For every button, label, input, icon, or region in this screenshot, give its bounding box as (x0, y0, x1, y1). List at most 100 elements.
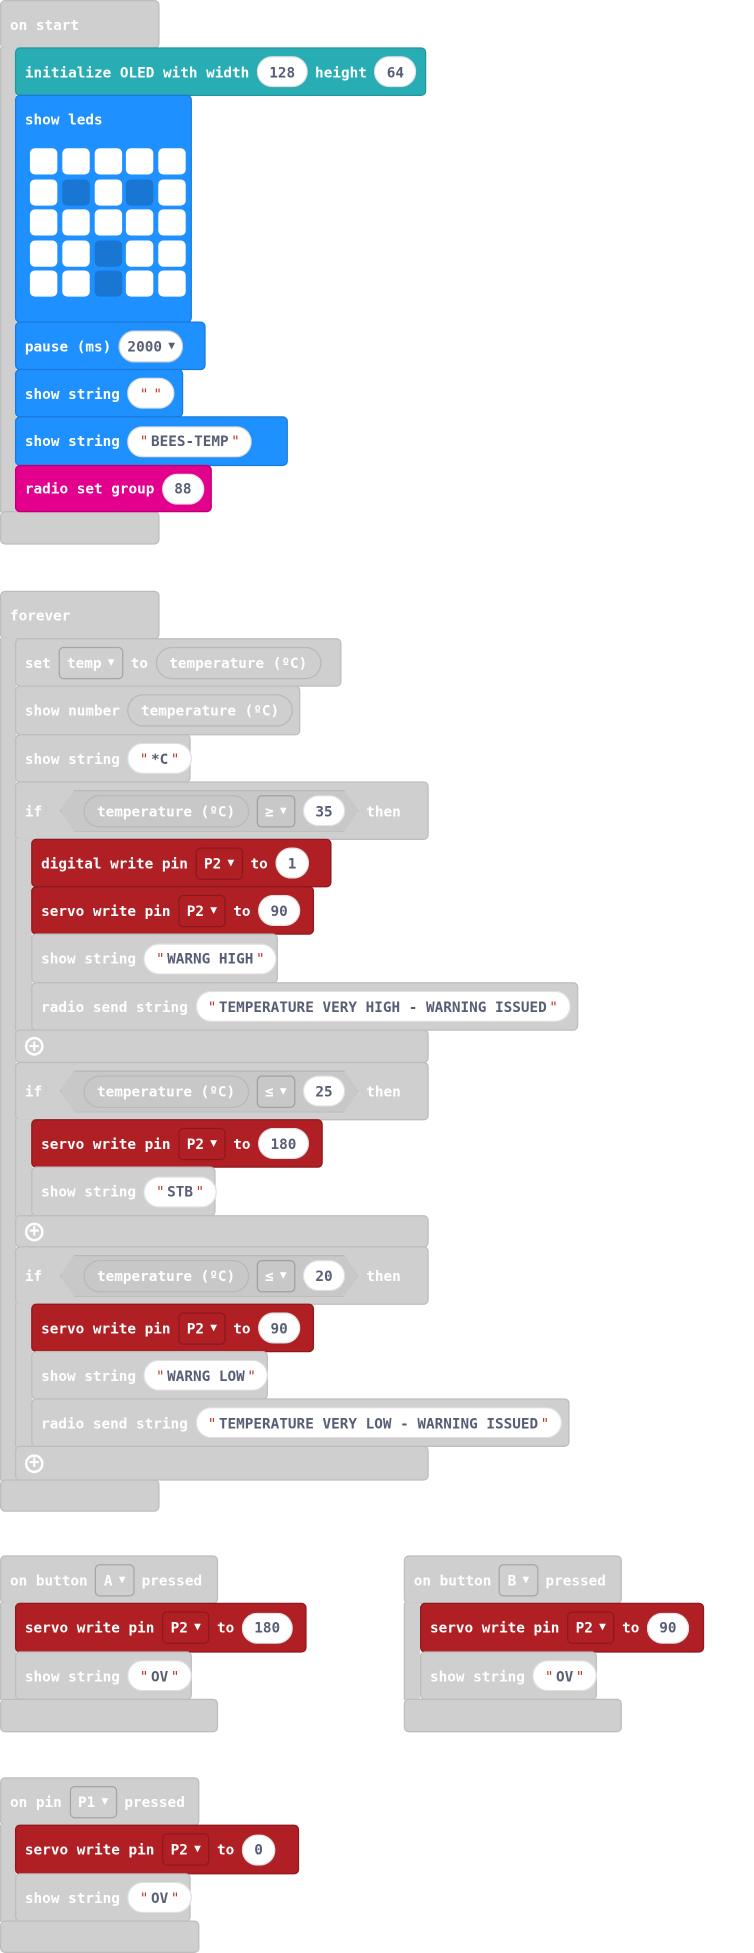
show-leds-block[interactable]: show leds (14, 94, 192, 323)
servo-write-block[interactable]: servo write pin P2 ▼ to 180 (31, 1119, 323, 1168)
value-input[interactable]: 180 (241, 1612, 293, 1644)
string-input[interactable]: TEMPERATURE VERY LOW - WARNING ISSUED (195, 1407, 562, 1439)
led-on[interactable] (94, 209, 122, 236)
led-grid[interactable] (29, 148, 186, 297)
width-input[interactable]: 128 (256, 56, 308, 88)
show-number-block[interactable]: show number temperature (ºC) (14, 685, 301, 736)
led-on[interactable] (62, 209, 90, 236)
group-input[interactable]: 88 (161, 472, 205, 505)
servo-write-block[interactable]: servo write pin P2 ▼ to 180 (14, 1602, 307, 1653)
string-input[interactable]: OV (127, 1660, 192, 1692)
threshold-input[interactable]: 35 (303, 795, 345, 826)
led-on[interactable] (158, 148, 186, 175)
variable-dropdown[interactable]: temp ▼ (58, 646, 124, 679)
if-block[interactable]: if temperature (ºC) ≤ ▼ 25 then (14, 1061, 429, 1121)
pause-dropdown[interactable]: 2000 ▼ (118, 329, 184, 363)
show-string-block[interactable]: show string OV (14, 1651, 192, 1700)
if-block[interactable]: if temperature (ºC) ≥ ▼ 35 then (14, 781, 429, 841)
pin-dropdown[interactable]: P2 ▼ (566, 1611, 615, 1644)
show-string-block[interactable]: show string STB (31, 1166, 217, 1217)
set-variable-block[interactable]: set temp ▼ to temperature (ºC) (14, 638, 342, 687)
on-button-b-block[interactable]: on button B ▼ pressed (403, 1555, 622, 1604)
operator-dropdown[interactable]: ≥ ▼ (256, 795, 295, 827)
led-on[interactable] (29, 209, 58, 236)
led-off[interactable] (62, 178, 90, 206)
string-input[interactable]: TEMPERATURE VERY HIGH - WARNING ISSUED (195, 990, 571, 1022)
on-button-a-block[interactable]: on button A ▼ pressed (0, 1555, 219, 1604)
show-string-block[interactable]: show string (14, 368, 184, 418)
led-off[interactable] (94, 239, 122, 267)
show-string-block[interactable]: show string WARNG HIGH (31, 933, 278, 984)
led-on[interactable] (126, 148, 154, 175)
value-input[interactable]: 180 (257, 1127, 309, 1160)
string-input[interactable]: *C (127, 742, 192, 774)
led-on[interactable] (158, 209, 186, 236)
string-input[interactable]: WARNG LOW (143, 1359, 269, 1391)
led-on[interactable] (94, 178, 122, 206)
operator-dropdown[interactable]: ≤ ▼ (256, 1259, 295, 1291)
pin-dropdown[interactable]: P2 ▼ (195, 846, 244, 880)
led-on[interactable] (62, 239, 90, 267)
comparison[interactable]: temperature (ºC) ≤ ▼ 25 (60, 1070, 359, 1112)
led-on[interactable] (158, 239, 186, 267)
pin-dropdown[interactable]: P2 ▼ (161, 1611, 210, 1644)
led-on[interactable] (62, 270, 90, 297)
radio-send-string-block[interactable]: radio send string TEMPERATURE VERY LOW -… (31, 1398, 570, 1447)
comparison[interactable]: temperature (ºC) ≤ ▼ 20 (60, 1254, 359, 1296)
show-string-block[interactable]: show string OV (14, 1873, 192, 1922)
value-input[interactable]: 90 (646, 1612, 690, 1644)
radio-send-string-block[interactable]: radio send string TEMPERATURE VERY HIGH … (31, 982, 579, 1031)
led-on[interactable] (29, 178, 58, 206)
temperature-reporter[interactable]: temperature (ºC) (155, 646, 321, 679)
comparison[interactable]: temperature (ºC) ≥ ▼ 35 (60, 790, 359, 832)
led-on[interactable] (126, 209, 154, 236)
temperature-reporter[interactable]: temperature (ºC) (83, 1259, 248, 1291)
led-off[interactable] (94, 270, 122, 297)
digital-write-block[interactable]: digital write pin P2 ▼ to 1 (31, 838, 332, 888)
show-string-block[interactable]: show string OV (420, 1651, 597, 1700)
led-on[interactable] (29, 148, 58, 175)
servo-write-block[interactable]: servo write pin P2 ▼ to 0 (14, 1824, 300, 1875)
value-input[interactable]: 90 (257, 894, 301, 927)
add-else-icon[interactable]: + (24, 1036, 44, 1056)
operator-dropdown[interactable]: ≤ ▼ (256, 1075, 295, 1107)
add-else-icon[interactable]: + (24, 1221, 44, 1241)
led-on[interactable] (29, 239, 58, 267)
threshold-input[interactable]: 25 (303, 1076, 345, 1107)
led-on[interactable] (158, 178, 186, 206)
forever-block[interactable]: forever (0, 590, 160, 640)
pause-block[interactable]: pause (ms) 2000 ▼ (14, 321, 206, 371)
add-else-icon[interactable]: + (24, 1453, 44, 1473)
led-on[interactable] (94, 148, 122, 175)
pin-dropdown[interactable]: P2 ▼ (178, 1127, 226, 1160)
string-input[interactable]: OV (532, 1660, 597, 1692)
pin-dropdown[interactable]: P2 ▼ (161, 1833, 210, 1866)
show-string-block[interactable]: show string BEES-TEMP (14, 416, 288, 467)
led-on[interactable] (62, 148, 90, 175)
threshold-input[interactable]: 20 (303, 1260, 345, 1291)
radio-set-group-block[interactable]: radio set group 88 (14, 464, 212, 513)
led-on[interactable] (158, 270, 186, 297)
servo-write-block[interactable]: servo write pin P2 ▼ to 90 (31, 1303, 315, 1353)
pin-dropdown[interactable]: P2 ▼ (178, 1311, 226, 1345)
string-input[interactable]: OV (127, 1881, 192, 1914)
show-string-block[interactable]: show string WARNG LOW (31, 1350, 269, 1400)
height-input[interactable]: 64 (374, 56, 417, 88)
button-dropdown[interactable]: B ▼ (498, 1563, 538, 1596)
led-on[interactable] (29, 270, 58, 297)
temperature-reporter[interactable]: temperature (ºC) (83, 1075, 248, 1107)
on-start-block[interactable]: on start (0, 0, 160, 49)
string-input[interactable]: WARNG HIGH (143, 942, 278, 974)
button-dropdown[interactable]: A ▼ (95, 1563, 135, 1596)
on-pin-pressed-block[interactable]: on pin P1 ▼ pressed (0, 1777, 200, 1826)
value-input[interactable]: 1 (275, 847, 309, 879)
led-on[interactable] (126, 270, 154, 297)
led-off[interactable] (126, 178, 154, 206)
value-input[interactable]: 0 (241, 1833, 276, 1866)
servo-write-block[interactable]: servo write pin P2 ▼ to 90 (420, 1602, 705, 1653)
servo-write-block[interactable]: servo write pin P2 ▼ to 90 (31, 886, 315, 935)
string-input[interactable] (127, 377, 175, 409)
value-input[interactable]: 90 (257, 1312, 301, 1344)
if-block[interactable]: if temperature (ºC) ≤ ▼ 20 then (14, 1246, 429, 1305)
show-string-block[interactable]: show string *C (14, 734, 192, 783)
